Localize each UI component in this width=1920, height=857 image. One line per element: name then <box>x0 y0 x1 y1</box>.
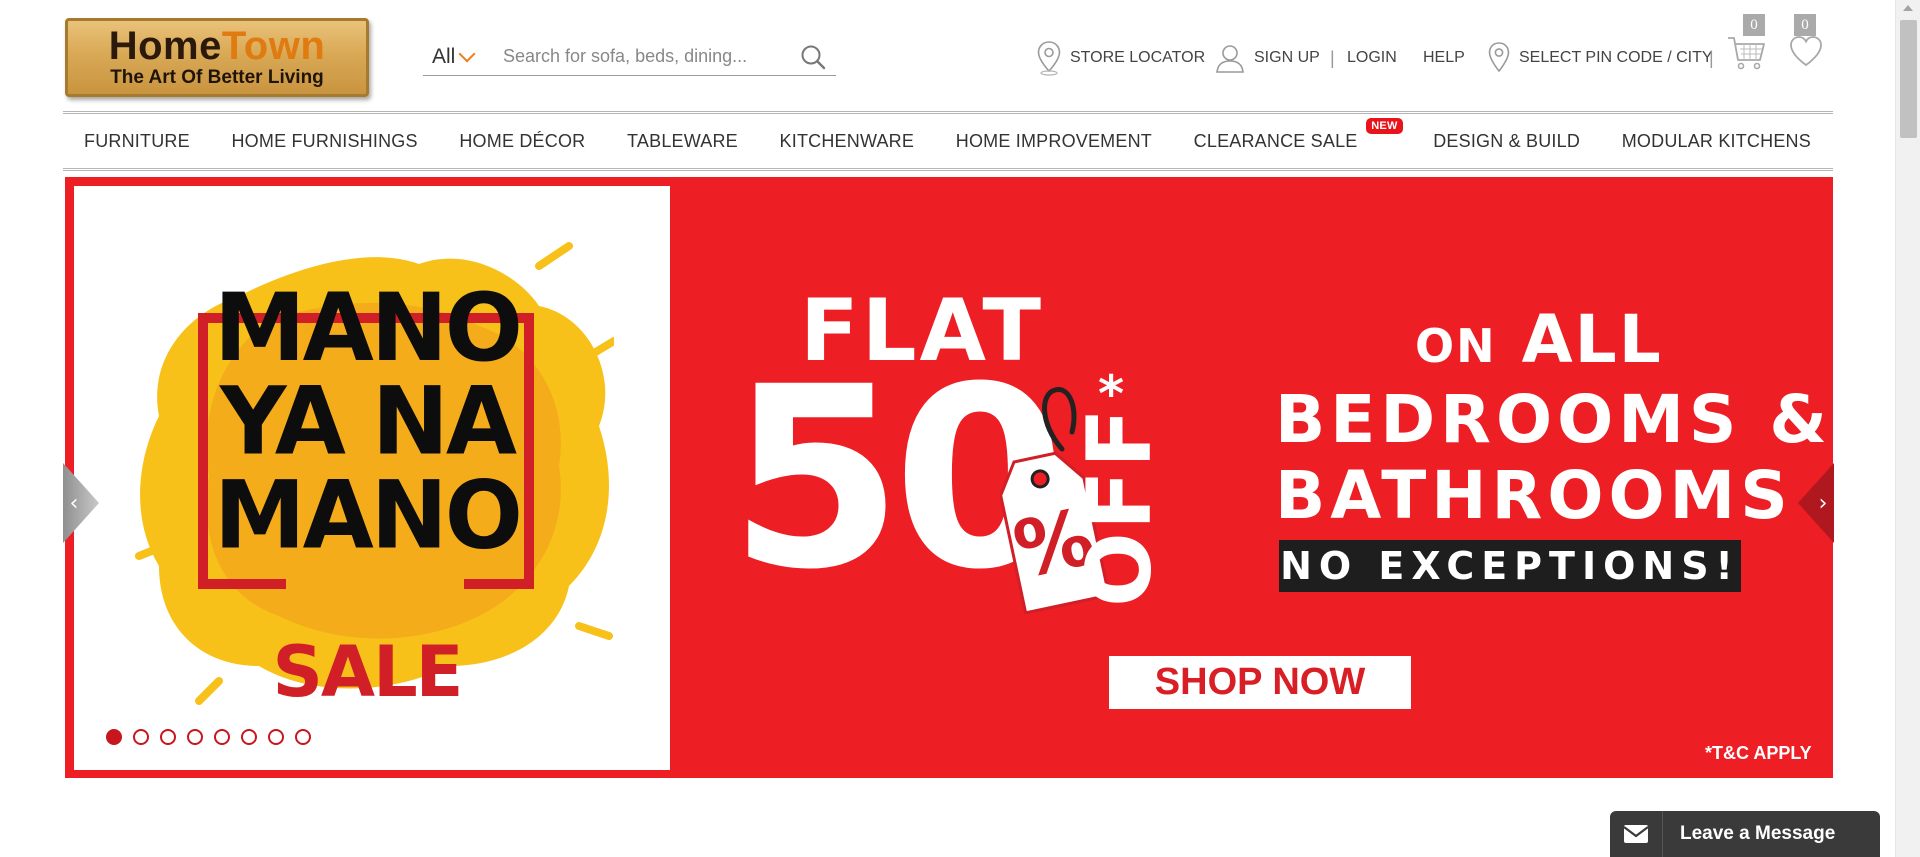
search-bar: All <box>423 38 836 76</box>
logo-tagline: The Art Of Better Living <box>110 67 324 88</box>
separator-text: | <box>1330 47 1335 68</box>
category-kitchenware[interactable]: KITCHENWARE <box>780 131 915 152</box>
scroll-up-arrow-icon[interactable] <box>1903 5 1913 11</box>
category-furniture[interactable]: FURNITURE <box>84 131 190 152</box>
carousel-dot[interactable] <box>187 729 203 745</box>
sale-headline: MANO YA NA MANO <box>202 281 532 563</box>
nav-separator: | <box>1330 44 1335 72</box>
leave-message-widget[interactable]: Leave a Message <box>1610 811 1880 857</box>
carousel-dot[interactable] <box>106 729 122 745</box>
category-home-furnishings[interactable]: HOME FURNISHINGS <box>231 131 417 152</box>
category-modular-kitchens[interactable]: MODULAR KITCHENS <box>1622 131 1811 152</box>
leave-message-label: Leave a Message <box>1680 823 1836 844</box>
location-pin-icon <box>1037 41 1061 76</box>
chevron-down-icon <box>458 45 476 62</box>
category-home-decor[interactable]: HOME DÉCOR <box>459 131 585 152</box>
separator-text: | <box>1709 47 1714 68</box>
sign-up-link[interactable]: SIGN UP <box>1214 44 1320 73</box>
sale-word: SALE <box>272 631 463 713</box>
rooms-text: BEDROOMS & BATHROOMS <box>1275 382 1832 534</box>
carousel-dot[interactable] <box>295 729 311 745</box>
cart-button[interactable] <box>1726 30 1768 72</box>
rooms-line: BATHROOMS <box>1275 457 1793 534</box>
sale-line: YA NA <box>219 366 517 477</box>
chevron-right-icon: › <box>1818 490 1828 516</box>
carousel-dot[interactable] <box>241 729 257 745</box>
search-button[interactable] <box>793 40 833 74</box>
search-icon <box>801 45 826 69</box>
on-word: ON <box>1415 319 1497 373</box>
search-category-select[interactable]: All <box>423 45 503 69</box>
envelope-icon <box>1610 811 1663 857</box>
logo-brand-town: Town <box>221 24 326 68</box>
help-label: HELP <box>1423 49 1465 66</box>
login-link[interactable]: LOGIN <box>1347 44 1397 72</box>
carousel-dot[interactable] <box>268 729 284 745</box>
carousel-dot[interactable] <box>133 729 149 745</box>
carousel-dots <box>106 729 311 745</box>
category-tableware[interactable]: TABLEWARE <box>627 131 738 152</box>
search-category-label: All <box>432 44 456 68</box>
no-exceptions-label: NO EXCEPTIONS! <box>1279 540 1741 592</box>
select-pin-code-link[interactable]: SELECT PIN CODE / CITY <box>1487 42 1713 73</box>
rooms-line: BEDROOMS & <box>1275 381 1832 458</box>
shop-now-button[interactable]: SHOP NOW <box>1109 656 1411 709</box>
logo-brand: HomeTown <box>109 26 326 66</box>
help-link[interactable]: HELP <box>1423 44 1465 72</box>
heart-icon <box>1790 36 1822 67</box>
on-all-text: ON ALL <box>1415 305 1663 381</box>
page-scrollbar[interactable] <box>1895 0 1920 857</box>
user-icon <box>1216 45 1244 73</box>
nav-separator: | <box>1709 44 1714 72</box>
carousel-dot[interactable] <box>160 729 176 745</box>
terms-text: *T&C APPLY <box>1705 743 1812 763</box>
all-word: ALL <box>1521 301 1663 378</box>
hometown-logo[interactable]: HomeTown The Art Of Better Living <box>65 18 369 97</box>
wishlist-count-badge: 0 <box>1794 14 1816 36</box>
hero-banner[interactable]: MANO YA NA MANO SALE FLAT 50 % * OFF ON … <box>65 177 1833 778</box>
sale-panel: MANO YA NA MANO SALE <box>74 186 670 770</box>
sale-line: MANO <box>214 460 523 570</box>
category-clearance-sale[interactable]: CLEARANCE SALE NEW <box>1193 117 1403 152</box>
search-input[interactable] <box>503 39 793 74</box>
category-nav: FURNITURE HOME FURNISHINGS HOME DÉCOR TA… <box>63 111 1833 171</box>
wishlist-button[interactable] <box>1788 34 1824 68</box>
login-label: LOGIN <box>1347 49 1397 66</box>
store-locator-label: STORE LOCATOR <box>1070 49 1206 66</box>
category-design-build[interactable]: DESIGN & BUILD <box>1433 131 1580 152</box>
logo-brand-home: Home <box>108 24 222 68</box>
chevron-left-icon: ‹ <box>69 490 79 516</box>
cart-count-badge: 0 <box>1743 14 1765 36</box>
new-badge: NEW <box>1366 117 1403 134</box>
location-pin-icon <box>1488 42 1510 73</box>
category-clearance-sale-label: CLEARANCE SALE <box>1193 130 1358 151</box>
scroll-thumb[interactable] <box>1900 20 1917 138</box>
category-home-improvement[interactable]: HOME IMPROVEMENT <box>956 131 1152 152</box>
sale-line: MANO <box>214 273 523 383</box>
pin-code-label: SELECT PIN CODE / CITY <box>1519 49 1713 66</box>
off-text: OFF <box>1068 405 1171 607</box>
cart-icon <box>1728 37 1765 70</box>
carousel-dot[interactable] <box>214 729 230 745</box>
store-locator-link[interactable]: STORE LOCATOR <box>1036 41 1206 76</box>
sign-up-label: SIGN UP <box>1254 49 1320 66</box>
